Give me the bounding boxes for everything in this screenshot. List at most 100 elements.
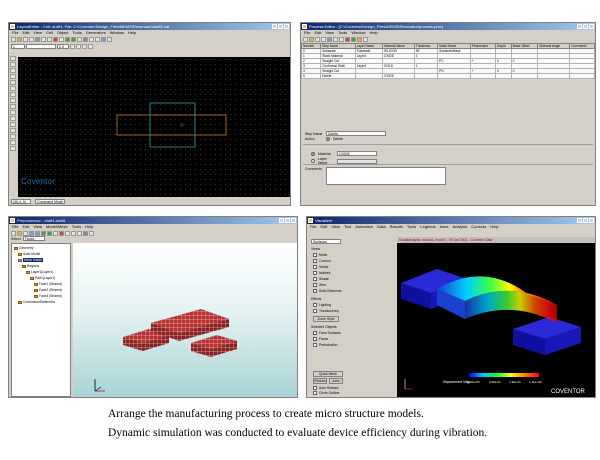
minimize-icon[interactable]: [279, 218, 284, 223]
help-icon[interactable]: [363, 37, 368, 42]
select-dropdown[interactable]: Faces: [22, 236, 45, 241]
tree-node[interactable]: Solid Model: [18, 252, 40, 256]
menu-view[interactable]: View: [33, 30, 42, 36]
cut-tool-icon[interactable]: [10, 140, 16, 145]
auto-redraw-checkbox[interactable]: [313, 386, 317, 390]
select-icon[interactable]: [95, 37, 100, 42]
layout-canvas[interactable]: [18, 57, 290, 197]
maximize-icon[interactable]: [583, 218, 588, 223]
instance-tool-icon[interactable]: [10, 98, 16, 103]
layer-name-select[interactable]: [337, 158, 377, 164]
menu-window[interactable]: Window: [110, 30, 124, 36]
zoom-in-icon[interactable]: [65, 37, 70, 42]
delete-step-icon[interactable]: [345, 37, 350, 42]
menu-edit[interactable]: Edit: [22, 30, 29, 36]
contour-checkbox[interactable]: [313, 259, 317, 263]
mirror-tool-icon[interactable]: [10, 122, 16, 127]
view-y-icon[interactable]: [71, 231, 76, 236]
table-cell[interactable]: [537, 73, 571, 79]
table-row[interactable]: 5 Delete OXIDE: [301, 73, 595, 79]
library-icon[interactable]: [357, 37, 362, 42]
table-cell[interactable]: [469, 73, 497, 79]
maximize-icon[interactable]: [285, 218, 290, 223]
tree-node[interactable]: Part1(Layer1): [30, 276, 55, 280]
maximize-icon[interactable]: [278, 24, 283, 29]
menu-file[interactable]: File: [12, 30, 18, 36]
close-icon[interactable]: [284, 24, 289, 29]
menu-edit[interactable]: Edit: [22, 224, 29, 230]
table-cell[interactable]: [413, 73, 439, 79]
menu-axes[interactable]: Axes: [440, 224, 449, 230]
zoom-out-icon[interactable]: [71, 37, 76, 42]
menu-help[interactable]: Help: [85, 224, 93, 230]
quick-mesh-button[interactable]: Quick Mesh: [313, 371, 343, 377]
menu-help[interactable]: Help: [370, 30, 378, 36]
menu-edit[interactable]: Edit: [320, 224, 327, 230]
visualizer-viewport[interactable]: Displacement Mag. 0.00e+00 3.69e-01 7.38…: [397, 243, 595, 397]
table-cell[interactable]: OXIDE: [382, 73, 415, 79]
minimize-icon[interactable]: [272, 24, 277, 29]
close-icon[interactable]: [589, 218, 594, 223]
open-icon[interactable]: [309, 37, 314, 42]
menu-tools[interactable]: Tools: [407, 224, 416, 230]
grid-icon[interactable]: [83, 37, 88, 42]
wire-tool-icon[interactable]: [82, 44, 87, 49]
cut-icon[interactable]: [327, 37, 332, 42]
table-cell[interactable]: [510, 73, 539, 79]
menu-window[interactable]: Window: [351, 30, 365, 36]
material-radio[interactable]: [311, 151, 315, 156]
zoom-out-icon[interactable]: [47, 231, 52, 236]
material-select[interactable]: OXIDE: [337, 151, 377, 156]
iso-view-icon[interactable]: [83, 231, 88, 236]
polygon-tool-icon[interactable]: [10, 68, 16, 73]
new-icon[interactable]: [303, 37, 308, 42]
cut-icon[interactable]: [35, 37, 40, 42]
view-x-icon[interactable]: [65, 231, 70, 236]
table-cell[interactable]: [569, 73, 595, 79]
check-icon[interactable]: [351, 37, 356, 42]
perturbation-checkbox[interactable]: [313, 343, 317, 347]
mesh-checkbox[interactable]: [313, 253, 317, 257]
layer-icon[interactable]: [101, 37, 106, 42]
paste-icon[interactable]: [339, 37, 344, 42]
circle-tool-icon[interactable]: [10, 80, 16, 85]
menu-data[interactable]: Data: [377, 224, 385, 230]
tree-node[interactable]: Face2 (Shared): [34, 288, 62, 292]
scale-field[interactable]: 0.5: [57, 44, 69, 49]
redo-icon[interactable]: [59, 37, 64, 42]
face-surfaces-checkbox[interactable]: [313, 331, 317, 335]
shade-checkbox[interactable]: [313, 277, 317, 281]
translucency-checkbox[interactable]: [313, 309, 317, 313]
layer-name-radio[interactable]: [311, 159, 315, 163]
menu-object[interactable]: Object: [57, 30, 69, 36]
menu-view[interactable]: View: [331, 224, 340, 230]
open-icon[interactable]: [17, 37, 22, 42]
menu-tools[interactable]: Tools: [72, 224, 81, 230]
menu-view[interactable]: View: [33, 224, 42, 230]
tree-node[interactable]: Face1 (Shared): [34, 282, 62, 286]
array-tool-icon[interactable]: [10, 104, 16, 109]
table-cell[interactable]: Delete: [320, 73, 356, 79]
minimize-icon[interactable]: [577, 218, 582, 223]
window-controls[interactable]: [577, 24, 594, 29]
menu-cell[interactable]: Cell: [46, 30, 53, 36]
tree-node[interactable]: Geometry: [14, 246, 33, 250]
menu-analysis[interactable]: Analysis: [453, 224, 468, 230]
move-tool-icon[interactable]: [10, 110, 16, 115]
paste-icon[interactable]: [47, 37, 52, 42]
circle-tool-icon[interactable]: [88, 44, 93, 49]
path-tool-icon[interactable]: [10, 74, 16, 79]
maximize-icon[interactable]: [583, 24, 588, 29]
box-tool-icon[interactable]: [70, 44, 75, 49]
table-cell[interactable]: [354, 73, 384, 79]
menu-legends[interactable]: Legends: [420, 224, 435, 230]
zoom-style-button[interactable]: Zoom Style: [313, 316, 339, 322]
close-icon[interactable]: [291, 218, 296, 223]
tree-node[interactable]: ConductorsDielectrics: [18, 300, 55, 304]
close-icon[interactable]: [589, 24, 594, 29]
mesh-viewport[interactable]: [73, 243, 297, 397]
table-cell[interactable]: 5: [301, 73, 322, 79]
new-icon[interactable]: [11, 37, 16, 42]
tree-node[interactable]: Face3 (Shared): [34, 294, 62, 298]
menu-edit[interactable]: Edit: [314, 30, 321, 36]
